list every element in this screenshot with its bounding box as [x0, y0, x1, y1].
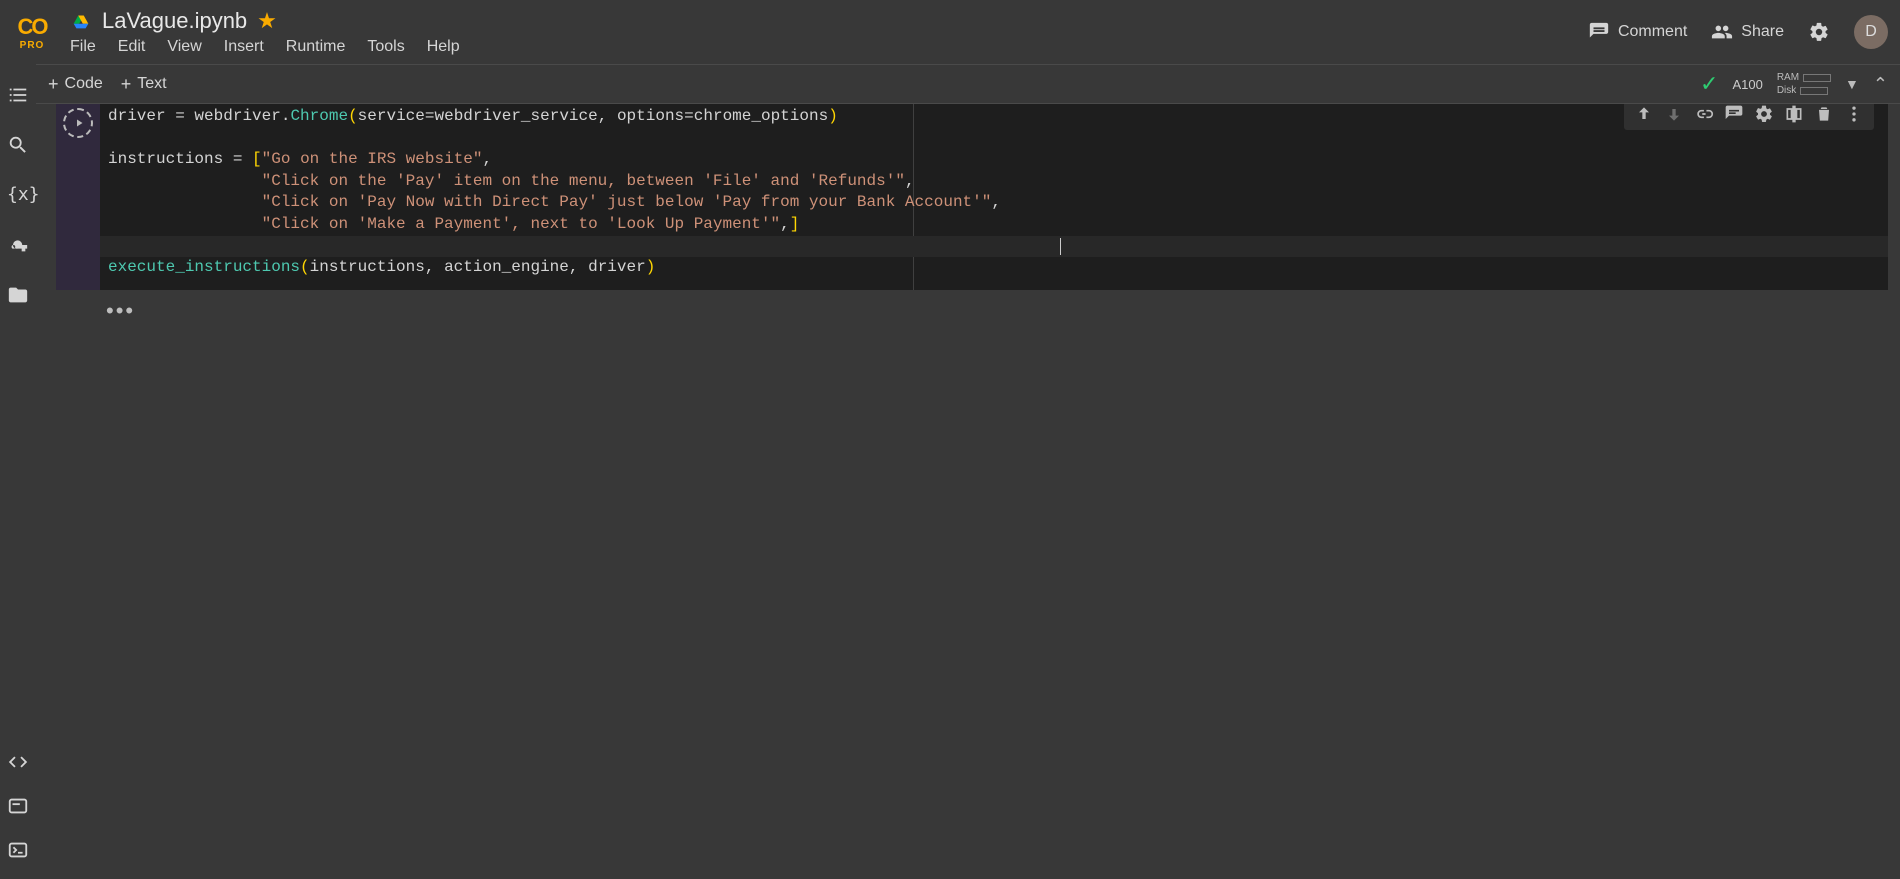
share-label: Share: [1741, 23, 1784, 41]
notebook-area: driver = webdriver.Chrome(service=webdri…: [36, 104, 1900, 879]
user-avatar[interactable]: D: [1854, 15, 1888, 49]
logo-co: CO: [17, 14, 46, 40]
delete-cell-icon[interactable]: [1814, 104, 1834, 124]
menu-runtime[interactable]: Runtime: [286, 38, 346, 56]
menu-view[interactable]: View: [167, 38, 201, 56]
terminal-icon[interactable]: [7, 839, 29, 861]
menu-insert[interactable]: Insert: [224, 38, 264, 56]
add-code-label: Code: [65, 75, 103, 93]
files-icon[interactable]: [7, 284, 29, 306]
colab-logo[interactable]: CO PRO: [12, 12, 52, 52]
share-icon: [1711, 21, 1733, 43]
menu-tools[interactable]: Tools: [367, 38, 404, 56]
link-icon[interactable]: [1694, 104, 1714, 124]
comment-button[interactable]: Comment: [1588, 21, 1687, 43]
cell-settings-icon[interactable]: [1754, 104, 1774, 124]
avatar-letter: D: [1865, 23, 1877, 41]
ram-meter: [1803, 74, 1831, 82]
add-text-button[interactable]: + Text: [121, 74, 167, 95]
header-left: LaVague.ipynb ★ File Edit View Insert Ru…: [70, 8, 460, 56]
menu-edit[interactable]: Edit: [118, 38, 146, 56]
comment-icon: [1588, 21, 1610, 43]
toc-icon[interactable]: [7, 84, 29, 106]
secrets-icon[interactable]: [7, 234, 29, 256]
title-row: LaVague.ipynb ★: [70, 8, 460, 34]
cell-gutter: [56, 104, 100, 290]
plus-icon: +: [48, 74, 59, 95]
cell-body[interactable]: driver = webdriver.Chrome(service=webdri…: [100, 104, 1888, 290]
disk-meter: [1800, 87, 1828, 95]
variables-icon[interactable]: {x}: [7, 184, 29, 206]
menu-bar: File Edit View Insert Runtime Tools Help: [70, 38, 460, 56]
plus-icon: +: [121, 74, 132, 95]
add-code-button[interactable]: + Code: [48, 74, 103, 95]
colab-header: CO PRO LaVague.ipynb ★ File Edit View In…: [0, 0, 1900, 64]
code-snippets-icon[interactable]: [7, 751, 29, 773]
code-editor[interactable]: driver = webdriver.Chrome(service=webdri…: [100, 106, 1888, 278]
header-right: Comment Share D: [1588, 15, 1888, 49]
drive-icon: [70, 10, 92, 32]
logo-pro-badge: PRO: [20, 40, 45, 51]
notebook-toolbar: + Code + Text ✓ A100 RAM Disk ▼ ⌃: [0, 64, 1900, 104]
run-cell-button[interactable]: [63, 108, 93, 138]
code-cell[interactable]: driver = webdriver.Chrome(service=webdri…: [56, 104, 1888, 290]
mirror-cell-icon[interactable]: [1784, 104, 1804, 124]
toolbar-right: ✓ A100 RAM Disk ▼ ⌃: [1700, 71, 1900, 97]
cell-output-ellipsis[interactable]: •••: [36, 290, 1900, 324]
left-rail: {x}: [0, 64, 36, 879]
comment-label: Comment: [1618, 23, 1687, 41]
disk-label: Disk: [1777, 85, 1796, 96]
move-down-icon[interactable]: [1664, 104, 1684, 124]
settings-icon[interactable]: [1808, 21, 1830, 43]
accelerator-label[interactable]: A100: [1732, 77, 1762, 92]
add-text-label: Text: [137, 75, 166, 93]
move-up-icon[interactable]: [1634, 104, 1654, 124]
cell-toolbar: [1624, 104, 1874, 130]
menu-help[interactable]: Help: [427, 38, 460, 56]
collapse-toolbar-icon[interactable]: ⌃: [1873, 74, 1888, 95]
menu-file[interactable]: File: [70, 38, 96, 56]
command-palette-icon[interactable]: [7, 795, 29, 817]
add-comment-icon[interactable]: [1724, 104, 1744, 124]
notebook-title[interactable]: LaVague.ipynb: [102, 8, 247, 34]
resource-monitor[interactable]: RAM Disk: [1777, 72, 1831, 96]
status-check-icon: ✓: [1700, 71, 1718, 97]
search-icon[interactable]: [7, 134, 29, 156]
star-icon[interactable]: ★: [257, 8, 277, 34]
share-button[interactable]: Share: [1711, 21, 1784, 43]
ram-label: RAM: [1777, 72, 1799, 83]
runtime-menu-caret-icon[interactable]: ▼: [1845, 76, 1859, 92]
more-cell-actions-icon[interactable]: [1844, 104, 1864, 124]
